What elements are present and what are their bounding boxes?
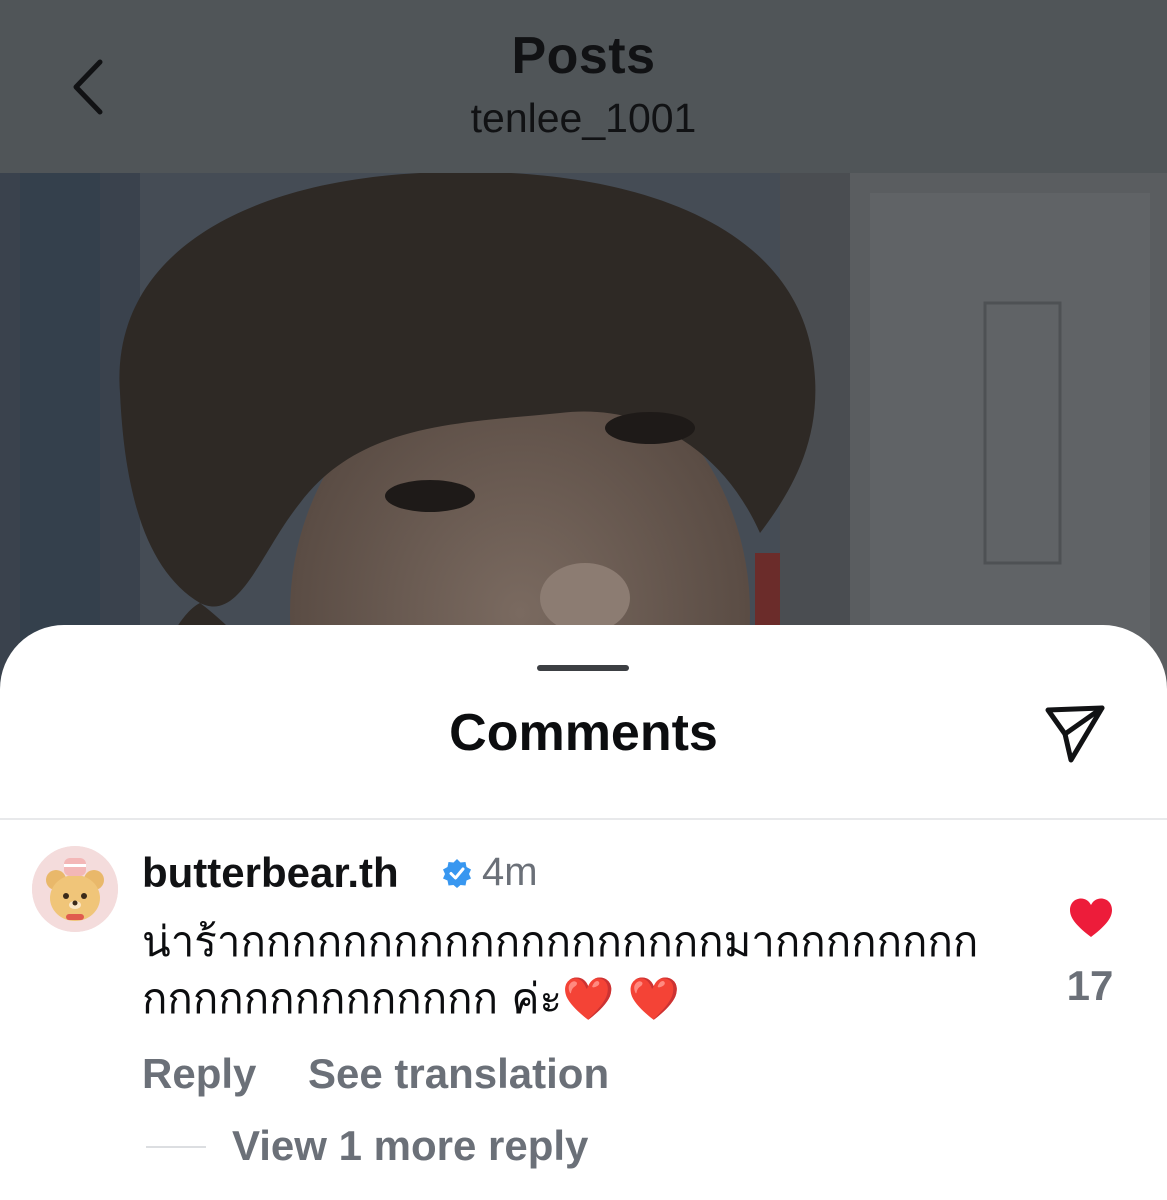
comments-title: Comments xyxy=(449,704,718,762)
comment-text: น่าร้ากกกกกกกกกกกกกกกกกกกมากกกกกกกกกกกกก… xyxy=(142,917,979,1023)
comments-sheet: Comments butterbear.th 4m น่าร้ากกกกกกกก… xyxy=(0,625,1167,1200)
sheet-grabber-handle[interactable] xyxy=(537,665,629,671)
thread-line xyxy=(146,1146,206,1148)
comment-username[interactable]: butterbear.th xyxy=(142,849,399,897)
verified-badge-icon xyxy=(442,858,472,888)
see-translation-button[interactable]: See translation xyxy=(308,1050,609,1098)
reply-button[interactable]: Reply xyxy=(142,1050,256,1098)
page-title: Posts xyxy=(511,27,656,85)
like-count: 17 xyxy=(1066,962,1114,1009)
avatar[interactable] xyxy=(32,846,118,932)
page-subtitle-username[interactable]: tenlee_1001 xyxy=(0,95,1167,142)
bear-avatar-icon xyxy=(32,846,118,932)
like-button[interactable] xyxy=(1068,897,1114,939)
comment-timestamp: 4m xyxy=(482,850,538,894)
heart-filled-icon xyxy=(1070,898,1112,937)
send-icon xyxy=(1045,705,1105,763)
divider xyxy=(0,818,1167,820)
share-button[interactable] xyxy=(1038,700,1112,766)
top-nav-bar: Posts tenlee_1001 xyxy=(0,0,1167,173)
view-replies-button[interactable]: View 1 more reply xyxy=(232,1122,588,1170)
post-photo xyxy=(0,173,1167,693)
